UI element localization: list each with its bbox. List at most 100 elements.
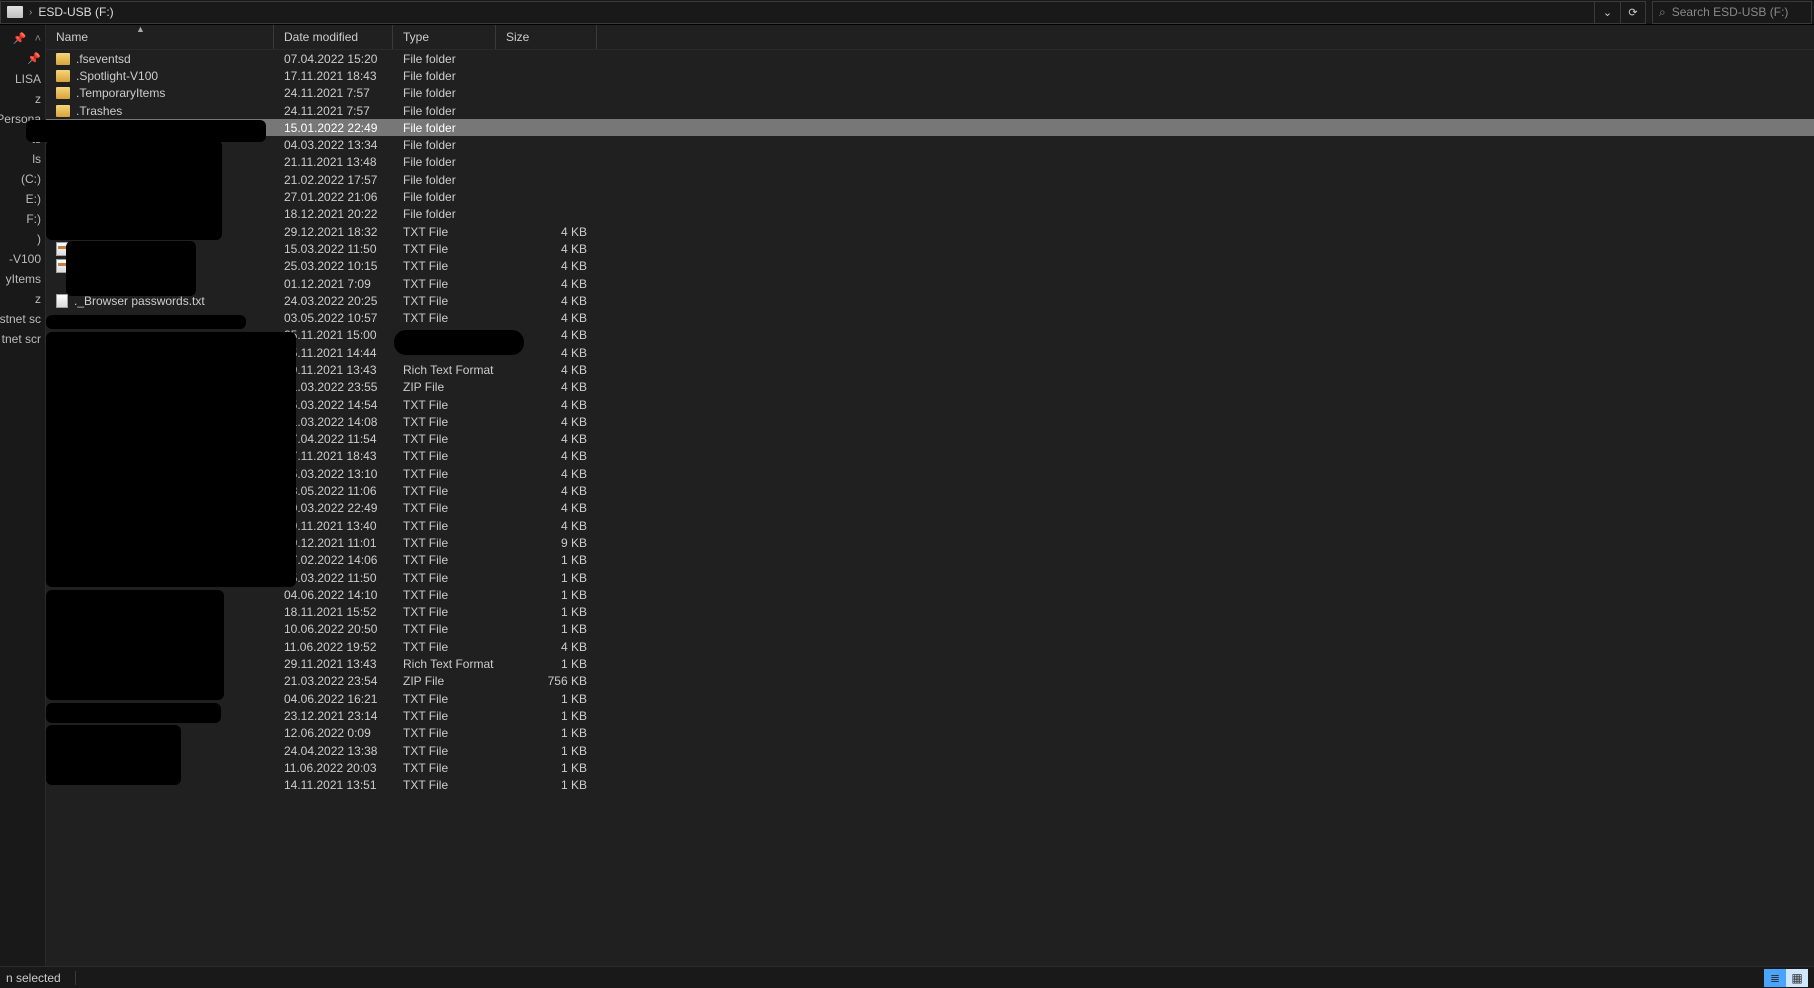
table-row[interactable]: .Trashes24.11.2021 7:57File folder <box>46 102 1814 119</box>
cell-name <box>46 674 274 688</box>
cell-date: 29.11.2021 13:40 <box>274 519 393 533</box>
table-row[interactable]: 15.01.2022 22:49File folder <box>46 119 1814 136</box>
table-row[interactable]: 15.03.2022 11:50TXT File4 KB <box>46 240 1814 257</box>
cell-size: 4 KB <box>496 432 597 446</box>
table-row[interactable]: 25.11.2021 15:004 KB <box>46 327 1814 344</box>
table-row[interactable]: .Spotlight-V10017.11.2021 18:43File fold… <box>46 67 1814 84</box>
table-row[interactable]: 04.03.2022 13:34File folder <box>46 136 1814 153</box>
nav-item[interactable]: z <box>0 289 41 309</box>
search-icon: ⌕ <box>1659 5 1666 20</box>
table-row[interactable]: 21.02.2022 17:57File folder <box>46 171 1814 188</box>
table-row[interactable]: 27.01.2022 21:06File folder <box>46 188 1814 205</box>
table-row[interactable]: 21.11.2021 13:48File folder <box>46 154 1814 171</box>
nav-item[interactable]: Persona <box>0 109 41 129</box>
cell-name <box>46 190 274 204</box>
table-row[interactable]: .TemporaryItems24.11.2021 7:57File folde… <box>46 85 1814 102</box>
table-row[interactable]: 23.12.2021 23:14TXT File1 KB <box>46 707 1814 724</box>
table-row[interactable]: .fseventsd07.04.2022 15:20File folder <box>46 50 1814 67</box>
table-row[interactable]: 18.12.2021 20:22File folder <box>46 206 1814 223</box>
cell-name <box>46 553 274 567</box>
blank-icon <box>56 190 70 204</box>
table-row[interactable]: 04.06.2022 14:10TXT File1 KB <box>46 586 1814 603</box>
nav-item[interactable]: (C:) <box>0 169 41 189</box>
table-row[interactable]: 07.04.2022 11:54TXT File4 KB <box>46 431 1814 448</box>
table-row[interactable]: 31.03.2022 14:08TXT File4 KB <box>46 413 1814 430</box>
table-row[interactable]: 29.11.2021 13:40TXT File4 KB <box>46 517 1814 534</box>
table-row[interactable]: 29.12.2021 18:32TXT File4 KB <box>46 223 1814 240</box>
table-row[interactable]: ._Browser passwords.txt24.03.2022 20:25T… <box>46 292 1814 309</box>
blank-icon <box>56 432 70 446</box>
cell-size: 756 KB <box>496 674 597 688</box>
table-row[interactable]: 12.06.2022 0:09TXT File1 KB <box>46 725 1814 742</box>
table-row[interactable]: 04.06.2022 16:21TXT File1 KB <box>46 690 1814 707</box>
table-row[interactable]: 03.05.2022 11:06TXT File4 KB <box>46 482 1814 499</box>
blank-icon <box>56 744 70 758</box>
table-row[interactable]: 21.03.2022 23:55ZIP File4 KB <box>46 379 1814 396</box>
breadcrumb[interactable]: › ESD-USB (F:) <box>0 1 1594 24</box>
details-view-button[interactable]: ≣ <box>1764 969 1786 987</box>
cell-name <box>46 519 274 533</box>
table-row[interactable]: 24.04.2022 13:38TXT File1 KB <box>46 742 1814 759</box>
cell-date: 07.04.2022 11:54 <box>274 432 393 446</box>
table-row[interactable]: 11.06.2022 19:52TXT File4 KB <box>46 638 1814 655</box>
nav-item[interactable]: z <box>0 89 41 109</box>
table-row[interactable]: 14.11.2021 13:51TXT File1 KB <box>46 776 1814 793</box>
cell-type: TXT File <box>393 259 496 273</box>
navigation-pane[interactable]: 📌˄📌LISAzPersonatsls(C:)E:)F:))-V100yItem… <box>0 25 46 966</box>
table-row[interactable]: 15.03.2022 11:50TXT File1 KB <box>46 569 1814 586</box>
nav-item[interactable]: ls <box>0 149 41 169</box>
cell-type: TXT File <box>393 449 496 463</box>
table-row[interactable]: 03.05.2022 10:57TXT File4 KB <box>46 309 1814 326</box>
nav-item[interactable]: F:) <box>0 209 41 229</box>
nav-item[interactable]: ts <box>0 129 41 149</box>
table-row[interactable]: 25.11.2021 14:444 KB <box>46 344 1814 361</box>
cell-size: 1 KB <box>496 622 597 636</box>
nav-item[interactable]: tnet scr <box>0 329 41 349</box>
table-row[interactable]: 21.03.2022 23:54ZIP File756 KB <box>46 673 1814 690</box>
nav-item[interactable]: -V100 <box>0 249 41 269</box>
cell-date: 25.11.2021 15:00 <box>274 328 393 342</box>
blank-icon <box>56 484 70 498</box>
cell-size: 1 KB <box>496 692 597 706</box>
cell-date: 12.06.2022 0:09 <box>274 726 393 740</box>
table-row[interactable]: 01.12.2021 7:09TXT File4 KB <box>46 275 1814 292</box>
table-row[interactable]: 29.11.2021 13:43Rich Text Format4 KB <box>46 361 1814 378</box>
file-rows[interactable]: .fseventsd07.04.2022 15:20File folder.Sp… <box>46 50 1814 966</box>
table-row[interactable]: 11.06.2022 20:03TXT File1 KB <box>46 759 1814 776</box>
table-row[interactable]: 29.11.2021 13:43Rich Text Format1 KB <box>46 655 1814 672</box>
header-date-modified[interactable]: Date modified <box>274 25 393 49</box>
nav-item[interactable]: ) <box>0 229 41 249</box>
nav-item[interactable]: estnet sc <box>0 309 41 329</box>
search-input[interactable]: ⌕ Search ESD-USB (F:) <box>1652 1 1812 24</box>
table-row[interactable]: 10.06.2022 20:50TXT File1 KB <box>46 621 1814 638</box>
text-file-icon <box>56 259 68 273</box>
table-row[interactable]: 15.03.2022 13:10TXT File4 KB <box>46 465 1814 482</box>
cell-type: TXT File <box>393 571 496 585</box>
cell-name <box>46 536 274 550</box>
cell-type: TXT File <box>393 761 496 775</box>
cell-date: 25.11.2021 14:44 <box>274 346 393 360</box>
cell-type: TXT File <box>393 588 496 602</box>
table-row[interactable]: 27.02.2022 14:06TXT File1 KB <box>46 552 1814 569</box>
cell-name <box>46 605 274 619</box>
header-name[interactable]: Name ▲ <box>46 25 274 49</box>
location-text[interactable]: ESD-USB (F:) <box>38 5 113 19</box>
nav-item[interactable]: E:) <box>0 189 41 209</box>
table-row[interactable]: 20.03.2022 22:49TXT File4 KB <box>46 500 1814 517</box>
cell-type: TXT File <box>393 242 496 256</box>
table-row[interactable]: 25.03.2022 10:15TXT File4 KB <box>46 258 1814 275</box>
table-row[interactable]: 17.11.2021 18:43TXT File4 KB <box>46 448 1814 465</box>
history-dropdown-button[interactable]: ⌄ <box>1594 1 1620 24</box>
table-row[interactable]: 15.03.2022 14:54TXT File4 KB <box>46 396 1814 413</box>
header-size[interactable]: Size <box>496 25 597 49</box>
cell-size: 1 KB <box>496 778 597 792</box>
cell-type: TXT File <box>393 778 496 792</box>
tiles-view-button[interactable]: ▦ <box>1786 969 1808 987</box>
nav-item[interactable]: LISA <box>0 69 41 89</box>
cell-name <box>46 207 274 221</box>
table-row[interactable]: 18.11.2021 15:52TXT File1 KB <box>46 604 1814 621</box>
refresh-button[interactable]: ⟳ <box>1620 1 1646 24</box>
table-row[interactable]: 29.12.2021 11:01TXT File9 KB <box>46 534 1814 551</box>
header-type[interactable]: Type <box>393 25 496 49</box>
nav-item[interactable]: yItems <box>0 269 41 289</box>
